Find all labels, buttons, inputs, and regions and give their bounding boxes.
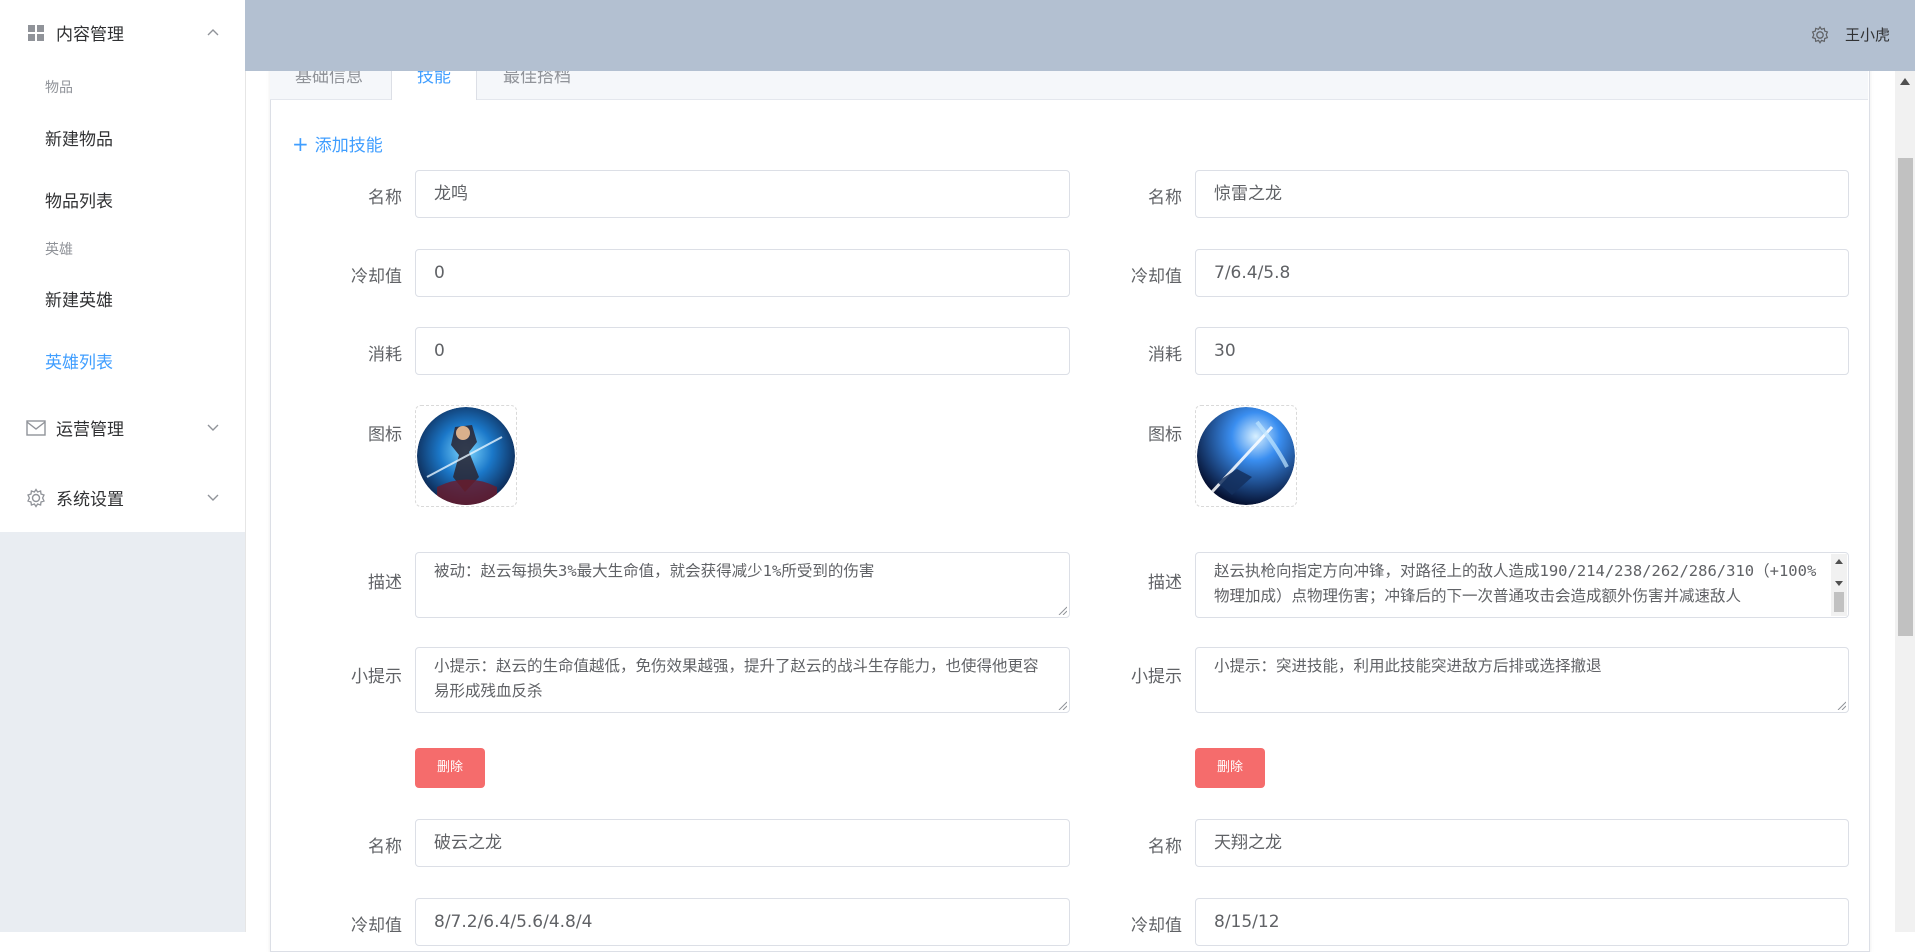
menu-system-settings[interactable]: 系统设置 — [0, 465, 245, 529]
sidebar-item-item-list[interactable]: 物品列表 — [0, 171, 245, 227]
skill-icon-label: 图标 — [368, 425, 402, 445]
skill-cost-label: 消耗 — [368, 345, 402, 365]
textarea-scrollbar[interactable] — [1831, 554, 1847, 616]
skill-icon-image — [417, 407, 515, 505]
skill-name-input[interactable]: 龙鸣 — [415, 170, 1070, 218]
skill-name-input[interactable]: 惊雷之龙 — [1195, 170, 1849, 218]
skill-cooldown-label: 冷却值 — [1131, 267, 1182, 287]
skill-cooldown-label: 冷却值 — [351, 267, 402, 287]
add-skill-button[interactable]: + 添加技能 — [292, 131, 383, 157]
delete-skill-button[interactable]: 删除 — [1195, 748, 1265, 788]
skill-cooldown-label: 冷却值 — [1131, 916, 1182, 936]
sidebar-item-hero-list[interactable]: 英雄列表 — [0, 332, 245, 388]
group-title-heroes: 英雄 — [45, 242, 73, 258]
skill-desc-label: 描述 — [1148, 573, 1182, 593]
skill-icon-image — [1197, 407, 1295, 505]
skill-cooldown-input[interactable]: 0 — [415, 249, 1070, 297]
skill-tips-label: 小提示 — [351, 667, 402, 687]
sidebar-item-new-hero[interactable]: 新建英雄 — [0, 270, 245, 326]
plus-icon: + — [292, 131, 309, 156]
chevron-down-icon — [205, 419, 221, 435]
skill-tips-textarea[interactable]: 小提示：赵云的生命值越低，免伤效果越强，提升了赵云的战斗生存能力，也使得他更容易… — [415, 647, 1070, 713]
skill-name-input[interactable]: 天翔之龙 — [1195, 819, 1849, 867]
resize-handle-icon[interactable] — [1836, 700, 1846, 710]
sidebar-item-new-item[interactable]: 新建物品 — [0, 109, 245, 165]
skill-name-input[interactable]: 破云之龙 — [415, 819, 1070, 867]
skill-desc-textarea[interactable]: 被动：赵云每损失3%最大生命值，就会获得减少1%所受到的伤害 — [415, 552, 1070, 618]
skill-name-label: 名称 — [368, 188, 402, 208]
skill-cooldown-label: 冷却值 — [351, 916, 402, 936]
scrollbar-thumb[interactable] — [1898, 158, 1913, 636]
top-header: 王小虎 — [245, 0, 1915, 71]
grid-icon — [25, 22, 47, 44]
group-title-items: 物品 — [45, 80, 73, 96]
resize-handle-icon[interactable] — [1057, 605, 1067, 615]
sidebar: 内容管理 物品 新建物品 物品列表 英雄 新建英雄 英雄列表 运营管理 系统设置 — [0, 0, 246, 932]
skill-name-label: 名称 — [1148, 188, 1182, 208]
skill-tips-label: 小提示 — [1131, 667, 1182, 687]
skill-name-label: 名称 — [368, 837, 402, 857]
skill-cost-input[interactable]: 30 — [1195, 327, 1849, 375]
menu-content-management[interactable]: 内容管理 — [0, 0, 245, 64]
current-user-name[interactable]: 王小虎 — [1845, 24, 1890, 45]
scroll-up-arrow-icon[interactable] — [1900, 78, 1910, 85]
chevron-down-icon — [205, 489, 221, 505]
menu-label: 系统设置 — [56, 489, 124, 510]
menu-operations-management[interactable]: 运营管理 — [0, 395, 245, 459]
skill-cooldown-input[interactable]: 8/15/12 — [1195, 898, 1849, 946]
skill-icon-uploader[interactable] — [1195, 405, 1297, 507]
skill-cost-label: 消耗 — [1148, 345, 1182, 365]
gear-icon — [25, 487, 47, 509]
skill-tips-textarea[interactable]: 小提示：突进技能，利用此技能突进敌方后排或选择撤退 — [1195, 647, 1849, 713]
envelope-icon — [25, 417, 47, 439]
skill-name-label: 名称 — [1148, 837, 1182, 857]
skill-cooldown-input[interactable]: 7/6.4/5.8 — [1195, 249, 1849, 297]
resize-handle-icon[interactable] — [1057, 700, 1067, 710]
menu-label: 内容管理 — [56, 24, 124, 45]
settings-gear-icon[interactable] — [1810, 25, 1830, 45]
sidebar-menu: 内容管理 物品 新建物品 物品列表 英雄 新建英雄 英雄列表 运营管理 系统设置 — [0, 0, 245, 532]
delete-skill-button[interactable]: 删除 — [415, 748, 485, 788]
skill-desc-textarea[interactable]: 赵云执枪向指定方向冲锋，对路径上的敌人造成190/214/238/262/286… — [1195, 552, 1849, 618]
chevron-up-icon — [205, 24, 221, 40]
skill-icon-label: 图标 — [1148, 425, 1182, 445]
menu-label: 运营管理 — [56, 419, 124, 440]
skill-icon-uploader[interactable] — [415, 405, 517, 507]
skill-cost-input[interactable]: 0 — [415, 327, 1070, 375]
skill-cooldown-input[interactable]: 8/7.2/6.4/5.6/4.8/4 — [415, 898, 1070, 946]
skill-desc-label: 描述 — [368, 573, 402, 593]
